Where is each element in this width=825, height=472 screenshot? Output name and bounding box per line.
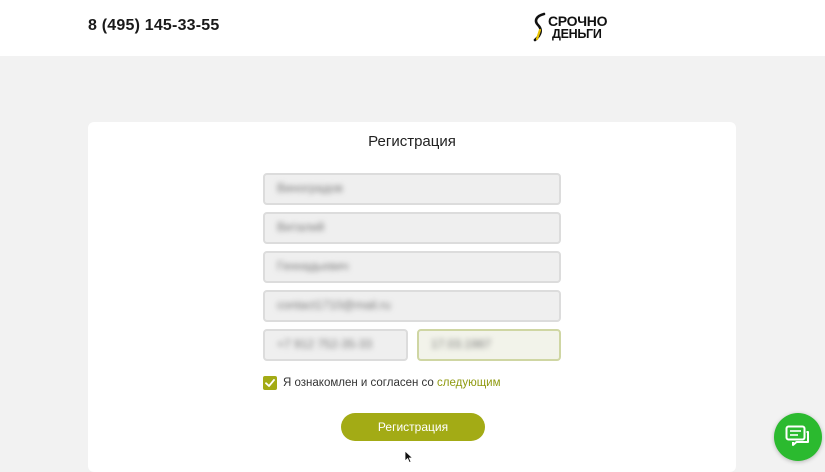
email-field[interactable]: contact1710@mail.ru	[263, 290, 561, 322]
logo[interactable]: СРОЧНО ДЕНЬГИ	[532, 12, 622, 44]
check-icon	[265, 379, 275, 387]
patronymic-field[interactable]: Геннадьевич	[263, 251, 561, 283]
birth-date-value: 17.03.1987	[431, 337, 492, 351]
mouse-cursor-icon	[404, 450, 414, 464]
form-title: Регистрация	[368, 133, 456, 150]
register-button[interactable]: Регистрация	[341, 413, 485, 441]
phone-value: +7 912 752-35-33	[277, 337, 373, 351]
logo-text-bottom: ДЕНЬГИ	[552, 27, 602, 41]
phone-field[interactable]: +7 912 752-35-33	[263, 329, 408, 361]
agreement-label: Я ознакомлен и согласен со	[283, 377, 438, 389]
logo-mark-icon	[533, 12, 546, 42]
patronymic-value: Геннадьевич	[277, 259, 349, 273]
surname-value: Виноградов	[277, 181, 343, 195]
registration-card: Регистрация Виноградов Виталий Геннадьев…	[88, 122, 736, 472]
agreement-checkbox[interactable]	[263, 376, 277, 390]
header: 8 (495) 145-33-55 СРОЧНО ДЕНЬГИ	[0, 0, 825, 56]
first-name-value: Виталий	[277, 220, 325, 234]
phone-number[interactable]: 8 (495) 145-33-55	[88, 17, 220, 35]
email-value: contact1710@mail.ru	[277, 298, 391, 312]
chat-button[interactable]	[774, 413, 822, 461]
agreement-link[interactable]: следующим	[437, 377, 500, 389]
chat-icon	[785, 425, 809, 446]
birth-date-field[interactable]: 17.03.1987	[417, 329, 561, 361]
surname-field[interactable]: Виноградов	[263, 173, 561, 205]
agreement-text: Я ознакомлен и согласен со следующим	[283, 377, 501, 389]
first-name-field[interactable]: Виталий	[263, 212, 561, 244]
